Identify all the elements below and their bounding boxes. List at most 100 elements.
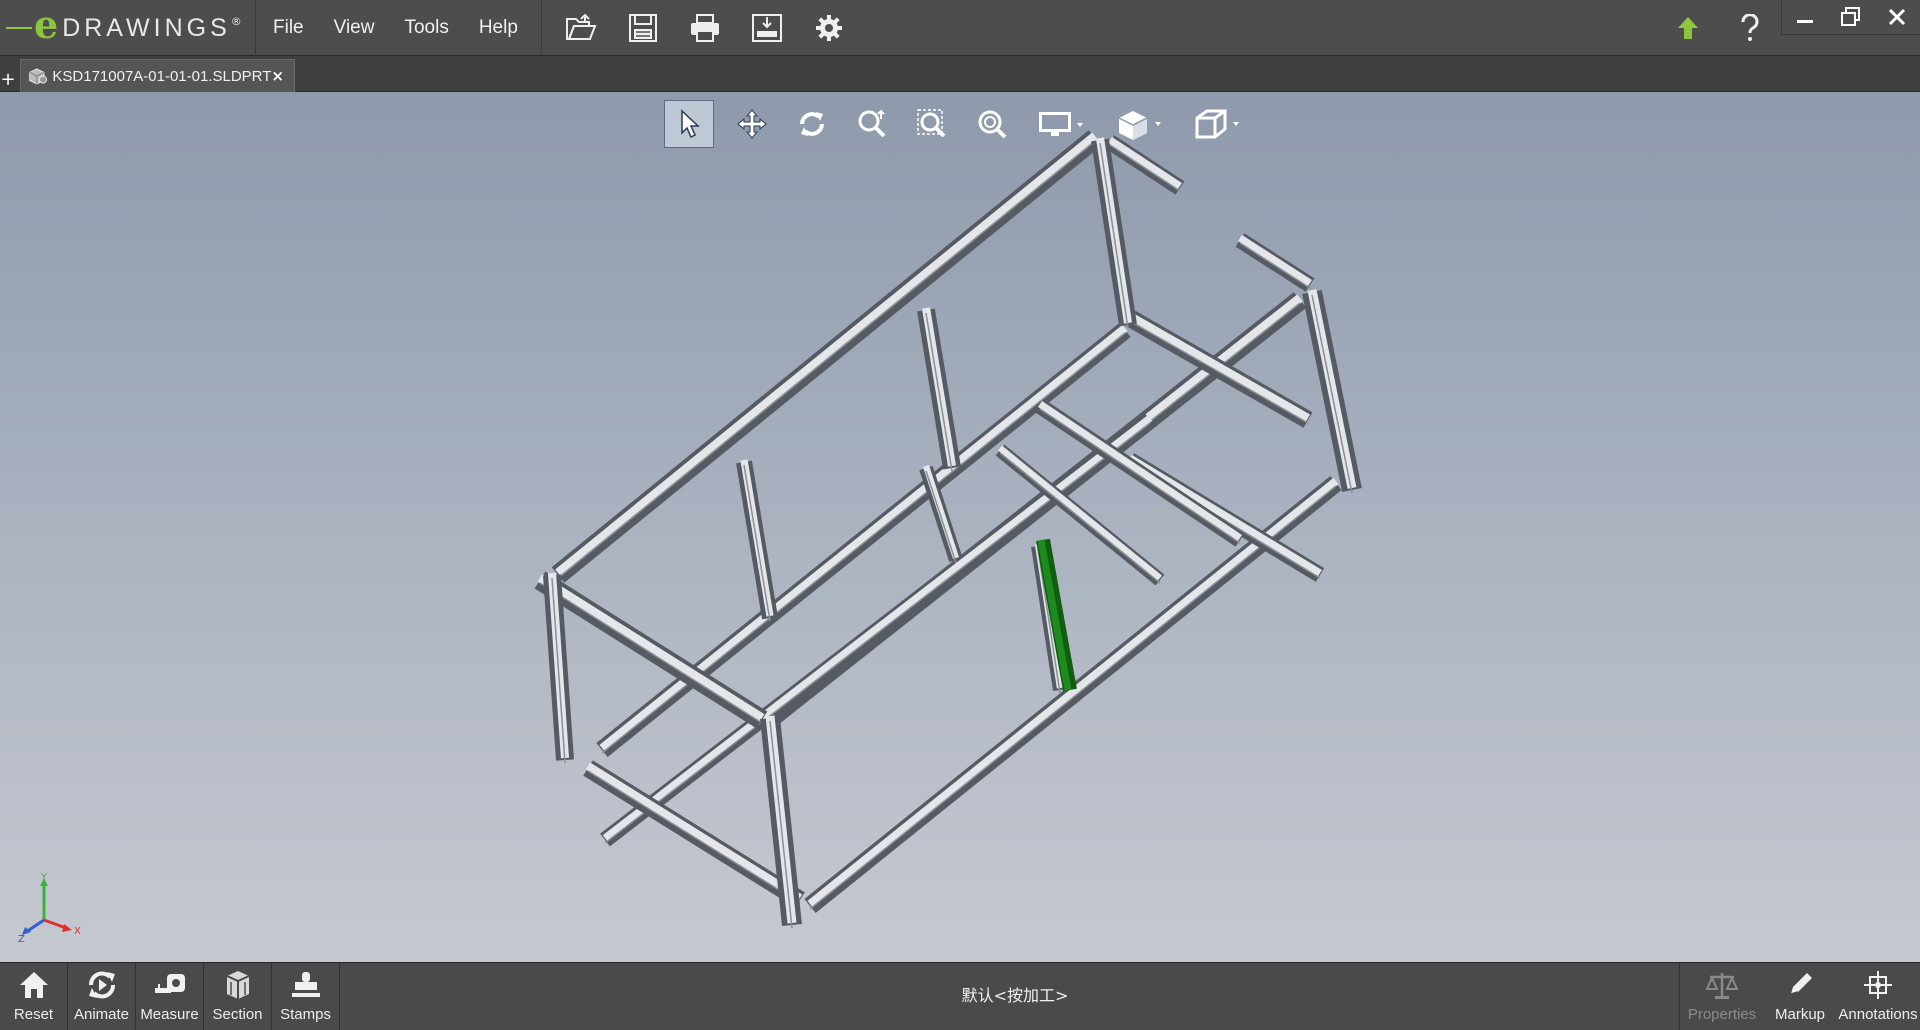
measure-label: Measure <box>140 1006 199 1023</box>
frame-beam-slot <box>1311 294 1353 494</box>
frame-beam-slot <box>1109 144 1181 192</box>
properties-icon <box>1705 973 1739 999</box>
title-bar: e DRAWINGS ® File View Tools Help <box>0 0 1920 56</box>
menu-help[interactable]: Help <box>464 0 533 56</box>
animate-button[interactable]: Animate <box>68 963 136 1030</box>
document-tab-label: KSD171007A-01-01-01.SLDPRT <box>52 67 272 85</box>
frame-beam-slot <box>743 464 771 622</box>
stamps-label: Stamps <box>280 1006 331 1023</box>
print-icon <box>691 14 719 42</box>
main-toolbar <box>550 0 860 56</box>
section-icon <box>226 971 249 1000</box>
help-icon <box>1741 14 1759 41</box>
close-button[interactable] <box>1874 0 1920 34</box>
section-view-button[interactable] <box>1178 100 1256 148</box>
minimize-icon <box>1797 19 1813 23</box>
new-tab-button[interactable]: + <box>0 70 16 90</box>
select-arrow-icon <box>681 109 700 139</box>
zoom-icon <box>858 109 886 138</box>
zoom-to-area-button[interactable] <box>902 100 962 148</box>
properties-button[interactable]: Properties <box>1680 963 1764 1030</box>
logo-registered-mark: ® <box>230 14 242 28</box>
view-orientation-button[interactable] <box>1100 100 1178 148</box>
document-tab[interactable]: KSD171007A-01-01-01.SLDPRT × <box>20 59 295 92</box>
animate-label: Animate <box>73 1006 130 1023</box>
close-icon <box>1888 8 1906 25</box>
save-button[interactable] <box>612 0 674 56</box>
zoom-tool-button[interactable] <box>842 100 902 148</box>
zoom-area-icon <box>917 109 946 138</box>
update-icon <box>1678 17 1698 39</box>
annotations-button[interactable]: Annotations <box>1836 963 1920 1030</box>
display-style-button[interactable] <box>1022 100 1100 148</box>
logo-text: DRAWINGS <box>62 13 231 42</box>
triad-x-label: X <box>74 926 81 937</box>
frame-beam-highlight <box>1238 234 1312 287</box>
pan-icon <box>737 109 767 139</box>
display-style-icon <box>1039 112 1083 136</box>
frame-beam-highlight <box>740 459 774 617</box>
help-button[interactable] <box>1719 0 1781 56</box>
zoom-fit-icon <box>978 110 1007 139</box>
settings-icon <box>816 15 842 41</box>
stamps-icon <box>291 972 320 997</box>
open-button[interactable] <box>550 0 612 56</box>
edrawings-window: e DRAWINGS ® File View Tools Help + KSD1… <box>0 0 1920 1030</box>
open-icon <box>566 13 597 40</box>
frame-beams <box>534 130 1362 929</box>
markup-button[interactable]: Markup <box>1764 963 1836 1030</box>
menu-bar: File View Tools Help <box>258 0 550 56</box>
graphics-viewport[interactable]: Y X Z <box>0 92 1920 962</box>
part-file-icon <box>29 68 48 85</box>
frame-beam-highlight <box>1307 289 1357 489</box>
frame-beam-slot <box>809 485 1337 910</box>
publish-button[interactable] <box>736 0 798 56</box>
frame-beam-highlight <box>555 132 1098 577</box>
aluminum-frame-model[interactable] <box>0 92 1920 962</box>
frame-beam-slot <box>604 422 1151 844</box>
pencil-icon <box>1790 973 1812 995</box>
settings-button[interactable] <box>798 0 860 56</box>
menu-file[interactable]: File <box>258 0 319 56</box>
section-label: Section <box>212 1006 263 1023</box>
coordinate-triad: Y X Z <box>18 872 81 944</box>
close-tab-button[interactable]: × <box>271 67 284 85</box>
save-icon <box>629 14 657 42</box>
triad-y-label: Y <box>40 872 48 883</box>
view-orientation-icon <box>1118 111 1161 140</box>
frame-beam-slot <box>557 140 1096 579</box>
update-button[interactable] <box>1657 0 1719 56</box>
document-tab-bar: + KSD171007A-01-01-01.SLDPRT × <box>0 56 1920 92</box>
measure-button[interactable]: Measure <box>136 963 204 1030</box>
bottom-left-tools: Reset Animate Measure Section Stamps <box>0 963 340 1030</box>
reset-button[interactable]: Reset <box>0 963 68 1030</box>
measure-icon <box>154 974 185 993</box>
triad-z-label: Z <box>18 934 25 944</box>
animate-icon <box>88 971 115 999</box>
heads-up-view-toolbar <box>664 98 1256 150</box>
print-button[interactable] <box>674 0 736 56</box>
publish-icon <box>752 14 782 42</box>
configuration-status: 默认<按加工> <box>961 986 1069 1005</box>
reset-label: Reset <box>13 1006 54 1023</box>
section-button[interactable]: Section <box>204 963 272 1030</box>
frame-beam-highlight <box>599 324 1128 752</box>
pan-tool-button[interactable] <box>722 100 782 148</box>
restore-button[interactable] <box>1828 0 1874 34</box>
logo-letter: e <box>34 2 59 47</box>
select-tool-button[interactable] <box>664 100 714 148</box>
rotate-icon <box>800 112 824 136</box>
window-controls <box>1781 0 1920 35</box>
menu-tools[interactable]: Tools <box>389 0 463 56</box>
logo-line <box>6 27 32 29</box>
markup-label: Markup <box>1774 1006 1826 1023</box>
annotations-icon <box>1864 971 1892 999</box>
restore-icon <box>1841 6 1860 26</box>
zoom-to-fit-button[interactable] <box>962 100 1022 148</box>
menu-view[interactable]: View <box>319 0 390 56</box>
rotate-tool-button[interactable] <box>782 100 842 148</box>
stamps-button[interactable]: Stamps <box>272 963 340 1030</box>
section-view-icon <box>1195 109 1239 139</box>
minimize-button[interactable] <box>1782 0 1828 34</box>
frame-beam-slot <box>1099 142 1129 329</box>
